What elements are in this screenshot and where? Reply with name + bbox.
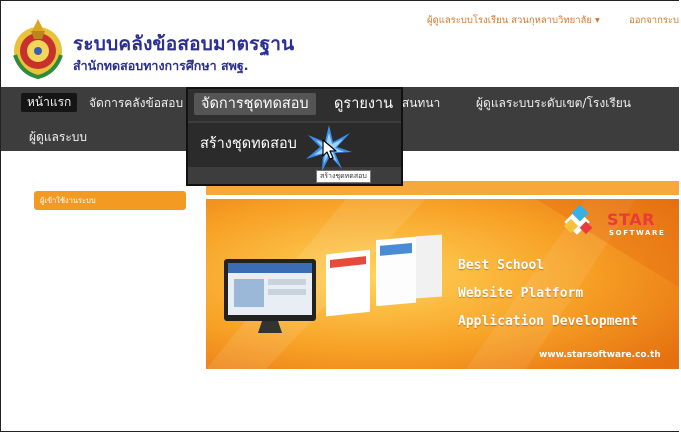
nav-system-admin[interactable]: ผู้ดูแลระบบ (29, 128, 87, 147)
test-sets-dropdown: สร้างชุดทดสอบ (188, 123, 401, 171)
menu-highlight-callout: จัดการชุดทดสอบ ดูรายงาน สร้างชุดทดสอบ สร… (186, 87, 403, 186)
banner-brand: STAR (607, 210, 655, 229)
nav-manage-bank[interactable]: จัดการคลังข้อสอบ (89, 94, 183, 113)
nav-manage-test-sets[interactable]: จัดการชุดทดสอบ (194, 93, 316, 115)
nav-home[interactable]: หน้าแรก (21, 93, 78, 112)
login-users-button[interactable]: ผู้เข้าใช้งานระบบ (34, 191, 186, 210)
create-test-set-tooltip: สร้างชุดทดสอบ (316, 170, 371, 183)
mouse-cursor-icon (322, 139, 337, 160)
create-test-set-item[interactable]: สร้างชุดทดสอบ (200, 132, 297, 155)
callout-menu-bar: จัดการชุดทดสอบ ดูรายงาน (188, 89, 401, 121)
banner-url: www.starsoftware.co.th (539, 350, 661, 360)
nav-district-admin[interactable]: ผู้ดูแลระบบระดับเขต/โรงเรียน (476, 94, 631, 113)
site-subtitle: สำนักทดสอบทางการศึกษา สพฐ. (73, 58, 249, 73)
obec-logo (13, 19, 63, 79)
nav-reports[interactable]: ดูรายงาน (334, 93, 393, 115)
screenshot-frame: ระบบคลังข้อสอบมาตรฐาน สำนักทดสอบทางการศึ… (0, 0, 679, 432)
banner-line-1: Best School (458, 258, 545, 273)
logout-link[interactable]: ออกจากระบ (629, 13, 679, 28)
site-title: ระบบคลังข้อสอบมาตรฐาน (73, 33, 295, 55)
banner-line-3: Application Development (458, 314, 639, 329)
banner-line-2: Website Platform (458, 286, 584, 301)
user-menu-link[interactable]: ผู้ดูแลระบบโรงเรียน สวนกุหลาบวิทยาลัย ▾ (427, 13, 600, 28)
banner-brand-sub: SOFTWARE (609, 229, 666, 237)
site-header: ระบบคลังข้อสอบมาตรฐาน สำนักทดสอบทางการศึ… (1, 1, 679, 87)
